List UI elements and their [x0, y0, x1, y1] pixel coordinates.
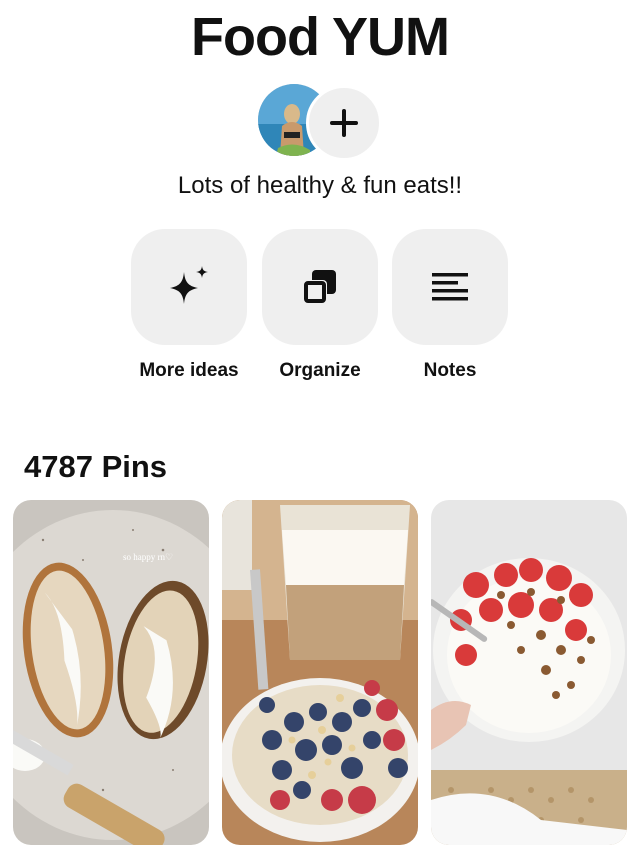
pins-count: 4787 Pins: [24, 449, 168, 484]
pin-card[interactable]: [431, 500, 627, 845]
pin-card[interactable]: [222, 500, 418, 845]
pin-image-bagel: so happy rn♡: [13, 500, 209, 845]
pin-image-berry-bowl: [222, 500, 418, 845]
collaborators: [258, 84, 382, 161]
plus-icon: [330, 109, 358, 137]
pin-image-yogurt-bowl: [431, 500, 627, 845]
sparkle-icon: [170, 266, 208, 304]
board-title: Food YUM: [191, 7, 450, 67]
add-collaborator-button[interactable]: [306, 85, 382, 161]
board-description: Lots of healthy & fun eats!!: [177, 172, 463, 199]
notes-icon: [432, 273, 468, 301]
notes-button[interactable]: [392, 229, 508, 345]
pin-card[interactable]: so happy rn♡: [13, 500, 209, 845]
pin-overlay-text: so happy rn♡: [123, 552, 173, 562]
organize-button[interactable]: [262, 229, 378, 345]
organize-icon: [303, 270, 336, 304]
more-ideas-button[interactable]: [131, 229, 247, 345]
notes-label: Notes: [423, 360, 477, 381]
